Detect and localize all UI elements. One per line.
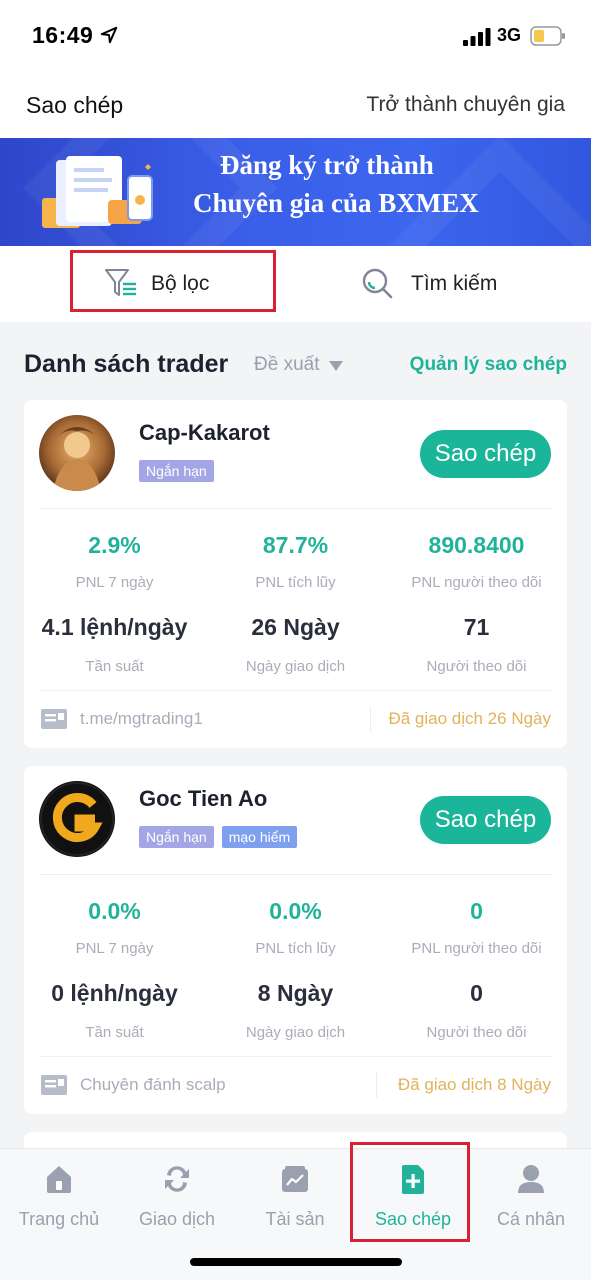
tab-assets[interactable]: Tài sản bbox=[236, 1163, 354, 1243]
tag: Ngắn hạn bbox=[139, 826, 214, 848]
stat-label: Người theo dõi bbox=[426, 658, 527, 675]
divider bbox=[39, 508, 552, 509]
nav-header: Sao chép Trở thành chuyên gia bbox=[0, 72, 591, 138]
trader-tags: Ngắn hạn mạo hiểm bbox=[139, 826, 298, 848]
avatar bbox=[39, 415, 115, 491]
trader-card[interactable]: Goc Tien Ao Ngắn hạn mạo hiểm Sao chép 0… bbox=[24, 766, 567, 1114]
stat-value: 4.1 lệnh/ngày bbox=[41, 614, 188, 640]
sort-dropdown[interactable]: Đề xuất bbox=[254, 354, 319, 376]
days-traded: Đã giao dịch 26 Ngày bbox=[388, 709, 551, 728]
caret-down-icon[interactable] bbox=[328, 360, 344, 372]
wallet-chart-icon bbox=[282, 1166, 308, 1192]
stat-value: 0 bbox=[470, 898, 483, 924]
location-arrow-icon bbox=[100, 26, 118, 44]
stat-value: 26 Ngày bbox=[251, 614, 340, 640]
stat-label: Ngày giao dịch bbox=[245, 1024, 346, 1041]
stat-label: Tần suất bbox=[85, 1024, 144, 1041]
stat-value: 0 bbox=[470, 980, 483, 1006]
home-indicator[interactable] bbox=[190, 1258, 402, 1266]
tab-home[interactable]: Trang chủ bbox=[0, 1163, 118, 1243]
stat-value: 890.8400 bbox=[428, 532, 525, 558]
id-card-icon bbox=[41, 709, 67, 729]
tab-label: Tài sản bbox=[265, 1209, 325, 1229]
filter-bar: Bộ lọc Tìm kiếm bbox=[0, 246, 591, 322]
stat-value: 0.0% bbox=[88, 898, 141, 924]
stat-label: Người theo dõi bbox=[426, 1024, 527, 1041]
person-icon bbox=[518, 1165, 544, 1193]
stat-value: 87.7% bbox=[262, 532, 329, 558]
cellular-signal-icon bbox=[463, 28, 491, 46]
stat-label: PNL tích lũy bbox=[255, 574, 336, 591]
tab-label: Giao dịch bbox=[138, 1209, 216, 1229]
tab-label: Trang chủ bbox=[18, 1209, 100, 1229]
trader-note: Chuyên đánh scalp bbox=[80, 1075, 226, 1094]
exchange-icon bbox=[165, 1166, 189, 1192]
copy-trader-button[interactable]: Sao chép bbox=[420, 796, 551, 844]
manage-copy-link[interactable]: Quản lý sao chép bbox=[410, 354, 567, 376]
stat-label: PNL người theo dõi bbox=[411, 940, 542, 957]
tab-label: Cá nhân bbox=[496, 1209, 566, 1229]
stat-label: PNL người theo dõi bbox=[411, 574, 542, 591]
stat-label: Ngày giao dịch bbox=[245, 658, 346, 675]
stat-label: PNL tích lũy bbox=[255, 940, 336, 957]
divider bbox=[39, 690, 552, 691]
battery-icon bbox=[530, 26, 565, 46]
become-expert-link[interactable]: Trở thành chuyên gia bbox=[366, 93, 565, 117]
filter-label[interactable]: Bộ lọc bbox=[151, 272, 209, 296]
network-type: 3G bbox=[497, 25, 522, 45]
divider bbox=[39, 874, 552, 875]
status-bar: 16:49 3G bbox=[0, 0, 591, 72]
search-icon[interactable] bbox=[360, 266, 394, 300]
active-tab-highlight bbox=[350, 1142, 470, 1242]
avatar bbox=[39, 781, 115, 857]
stat-value: 0 lệnh/ngày bbox=[51, 980, 178, 1006]
promo-banner[interactable]: Đăng ký trở thành Chuyên gia của BXMEX bbox=[0, 138, 591, 246]
stat-label: PNL 7 ngày bbox=[75, 940, 154, 957]
stat-value: 0.0% bbox=[269, 898, 322, 924]
divider bbox=[376, 1072, 377, 1098]
stat-value: 2.9% bbox=[88, 532, 141, 558]
stat-value: 8 Ngày bbox=[257, 980, 334, 1006]
stat-label: Tần suất bbox=[85, 658, 144, 675]
section-title: Danh sách trader bbox=[24, 350, 229, 378]
divider bbox=[370, 706, 371, 732]
trader-name[interactable]: Cap-Kakarot bbox=[139, 420, 270, 446]
tab-profile[interactable]: Cá nhân bbox=[472, 1163, 590, 1243]
home-icon bbox=[47, 1166, 71, 1193]
tab-trade[interactable]: Giao dịch bbox=[118, 1163, 236, 1243]
tag: mạo hiểm bbox=[221, 826, 298, 848]
banner-heading-line2: Chuyên gia của BXMEX bbox=[193, 188, 479, 218]
trader-name[interactable]: Goc Tien Ao bbox=[139, 786, 267, 812]
days-traded: Đã giao dịch 8 Ngày bbox=[397, 1075, 551, 1094]
trader-card[interactable]: Cap-Kakarot Ngắn hạn Sao chép 2.9% 87.7%… bbox=[24, 400, 567, 748]
stat-value: 71 bbox=[463, 614, 490, 640]
tag: Ngắn hạn bbox=[139, 460, 214, 482]
divider bbox=[39, 1056, 552, 1057]
page-title: Sao chép bbox=[26, 92, 124, 118]
copy-trader-button[interactable]: Sao chép bbox=[420, 430, 551, 478]
filter-funnel-icon bbox=[105, 269, 136, 296]
trader-tags: Ngắn hạn bbox=[139, 460, 214, 482]
id-card-icon bbox=[41, 1075, 67, 1095]
document-phone-illustration-icon bbox=[42, 156, 153, 228]
search-label[interactable]: Tìm kiếm bbox=[411, 272, 497, 296]
status-time: 16:49 bbox=[32, 22, 94, 48]
trader-note: t.me/mgtrading1 bbox=[80, 709, 203, 728]
banner-heading-line1: Đăng ký trở thành bbox=[220, 150, 434, 180]
stat-label: PNL 7 ngày bbox=[75, 574, 154, 591]
